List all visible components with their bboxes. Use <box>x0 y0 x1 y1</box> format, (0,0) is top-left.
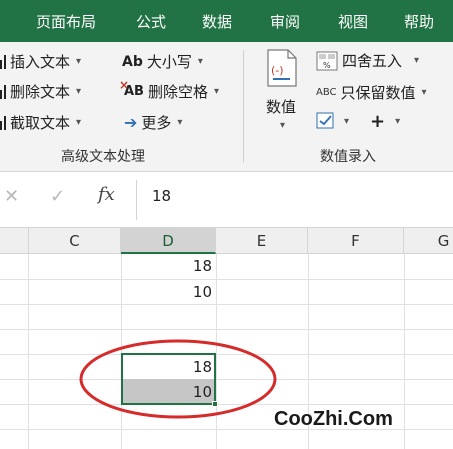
chevron-down-icon[interactable]: ▾ <box>414 55 419 66</box>
keep-values-button[interactable]: ABC 只保留数值 ▾ <box>316 82 427 103</box>
svg-text:(-): (-) <box>271 64 284 77</box>
number-format-icon: (-) <box>267 49 297 87</box>
extract-text-label: 截取文本 <box>10 114 71 132</box>
tab-formulas[interactable]: 公式 <box>136 11 166 32</box>
more-button[interactable]: ➔ 更多 ▾ <box>124 112 182 133</box>
add-button[interactable]: + ▾ <box>370 111 400 132</box>
formula-bar-divider <box>136 180 137 220</box>
delete-text-label: 删除文本 <box>10 83 71 101</box>
checklist-icon <box>316 112 334 129</box>
tab-help[interactable]: 帮助 <box>404 11 434 32</box>
chevron-down-icon[interactable]: ▾ <box>177 117 182 128</box>
tab-review[interactable]: 审阅 <box>270 11 300 32</box>
text-group-label: 高级文本处理 <box>61 149 145 165</box>
chevron-down-icon[interactable]: ▾ <box>214 86 219 97</box>
ribbon: 插入文本 ▾ 删除文本 ▾ 截取文本 ▾ Ab 大小写 ▾ × AB 删除空格 ▾… <box>0 42 453 172</box>
confirm-icon[interactable]: ✓ <box>50 186 65 207</box>
excel-window: 页面布局 公式 数据 审阅 视图 帮助 插入文本 ▾ 删除文本 ▾ 截取文本 ▾… <box>0 0 453 449</box>
change-case-label: 大小写 <box>146 53 192 71</box>
tab-data[interactable]: 数据 <box>202 11 232 32</box>
number-group-label: 数值录入 <box>320 149 376 165</box>
arrow-right-icon: ➔ <box>124 113 138 132</box>
remove-spaces-button[interactable]: × AB 删除空格 ▾ <box>119 78 219 102</box>
tab-view[interactable]: 视图 <box>338 11 368 32</box>
svg-text:%: % <box>323 61 331 70</box>
number-button-label[interactable]: 数值 <box>266 96 296 117</box>
worksheet-grid[interactable]: C D E F G 18 10 18 10 CooZhi.Com <box>0 228 453 449</box>
keep-values-icon: ABC <box>316 87 337 98</box>
watermark-text: CooZhi.Com <box>274 408 393 430</box>
remove-spaces-icon: × AB <box>119 78 144 99</box>
more-label: 更多 <box>141 114 172 132</box>
insert-text-label: 插入文本 <box>10 53 71 71</box>
group-divider <box>243 50 244 162</box>
formula-bar: ✕ ✓ fx 18 <box>0 172 453 228</box>
number-button[interactable]: (-) <box>262 48 302 88</box>
chevron-down-icon[interactable]: ▾ <box>76 117 81 128</box>
formula-input[interactable]: 18 <box>152 187 171 205</box>
chevron-down-icon[interactable]: ▾ <box>395 116 400 127</box>
round-button[interactable]: % 四舍五入 ▾ <box>316 50 419 71</box>
extract-text-button[interactable]: 截取文本 ▾ <box>0 112 81 133</box>
delete-text-button[interactable]: 删除文本 ▾ <box>0 81 81 102</box>
cancel-icon[interactable]: ✕ <box>4 186 19 207</box>
remove-spaces-label: 删除空格 <box>147 83 208 101</box>
plus-icon: + <box>370 111 386 132</box>
round-icon: % <box>316 51 338 70</box>
change-case-button[interactable]: Ab 大小写 ▾ <box>122 51 203 72</box>
format-tools-button[interactable]: ▾ <box>316 112 349 130</box>
chevron-down-icon[interactable]: ▾ <box>280 120 285 131</box>
insert-text-button[interactable]: 插入文本 ▾ <box>0 51 81 72</box>
chevron-down-icon[interactable]: ▾ <box>198 56 203 67</box>
insert-text-icon <box>0 54 6 69</box>
tab-page-layout[interactable]: 页面布局 <box>36 11 96 32</box>
ribbon-tab-bar: 页面布局 公式 数据 审阅 视图 帮助 <box>0 0 453 42</box>
extract-text-icon <box>0 115 6 130</box>
chevron-down-icon[interactable]: ▾ <box>344 116 349 127</box>
delete-text-icon <box>0 84 6 99</box>
chevron-down-icon[interactable]: ▾ <box>422 87 427 98</box>
change-case-icon: Ab <box>122 53 143 70</box>
keep-values-label: 只保留数值 <box>340 84 416 102</box>
chevron-down-icon[interactable]: ▾ <box>76 56 81 67</box>
round-label: 四舍五入 <box>342 52 403 70</box>
insert-function-button[interactable]: fx <box>98 184 115 205</box>
chevron-down-icon[interactable]: ▾ <box>76 86 81 97</box>
